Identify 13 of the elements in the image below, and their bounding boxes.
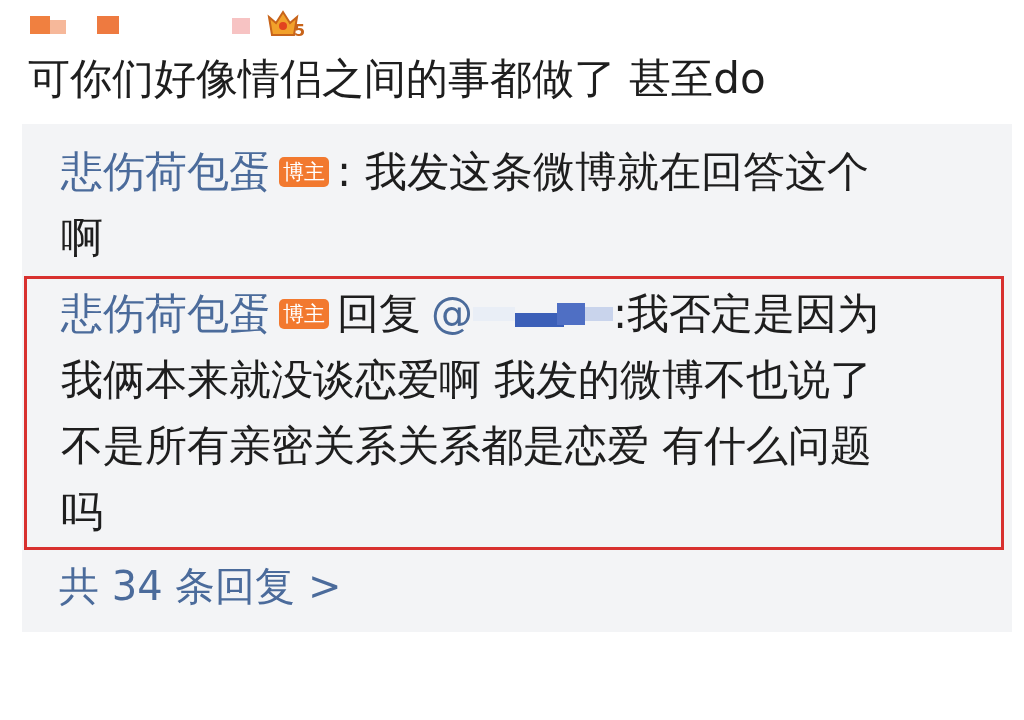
level-number: 5 bbox=[294, 23, 306, 39]
reply-text: 我俩本来就没谈恋爱啊 我发的微博不也说了不是所有亲密关系关系都是恋爱 有什么问题吗 bbox=[61, 354, 874, 538]
comment-text: 可你们好像情侣之间的事都做了 甚至do bbox=[28, 53, 767, 105]
author-name[interactable]: 悲伤荷包蛋 bbox=[61, 139, 271, 205]
author-badge: 博主 bbox=[279, 157, 329, 187]
mention-link[interactable]: @ bbox=[431, 281, 473, 347]
reply-text: 啊 bbox=[61, 212, 104, 264]
more-replies-link[interactable]: 共 34 条回复 > bbox=[59, 556, 342, 616]
author-badge: 博主 bbox=[279, 299, 329, 329]
reply-text: : 我发这条微博就在回答这个 bbox=[337, 146, 869, 198]
author-name[interactable]: 悲伤荷包蛋 bbox=[61, 281, 271, 347]
reply-text: :我否定是因为 bbox=[613, 288, 880, 340]
reply-label: 回复 bbox=[337, 288, 421, 340]
